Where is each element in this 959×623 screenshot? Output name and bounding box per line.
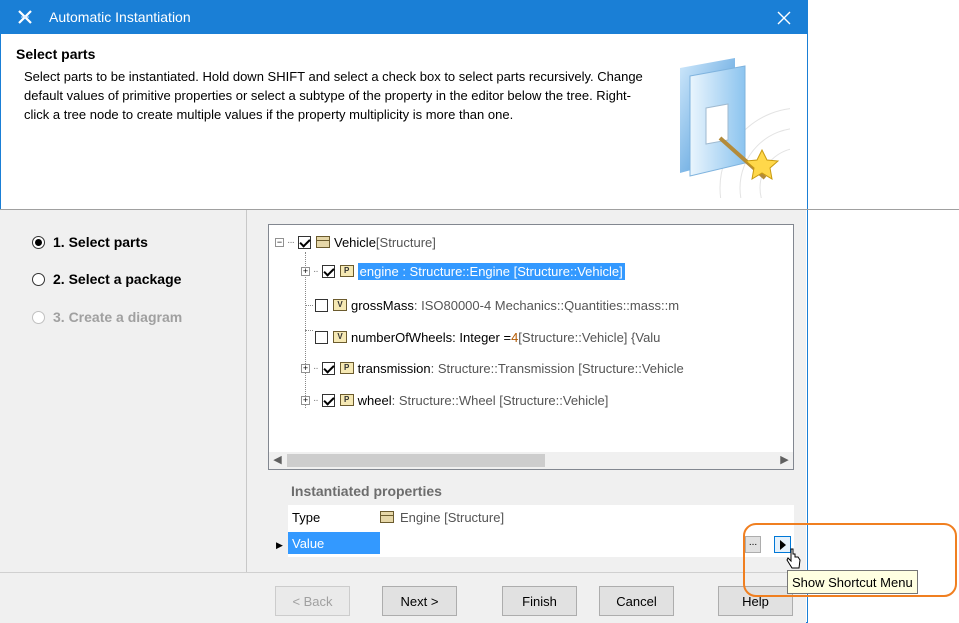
radio-disabled-icon — [32, 310, 45, 324]
parts-tree[interactable]: − ··· Vehicle [Structure] + ·· P engine … — [268, 224, 794, 470]
checkbox-checked-icon[interactable] — [321, 393, 335, 407]
next-button[interactable]: Next > — [382, 586, 457, 616]
tree-dots: ··· — [287, 236, 295, 248]
node-detail: : ISO80000-4 Mechanics::Quantities::mass… — [413, 297, 680, 313]
selected-node-label[interactable]: engine : Structure::Engine [Structure::V… — [357, 262, 625, 280]
node-default-value: 4 — [511, 329, 519, 345]
expand-icon[interactable]: + — [301, 266, 310, 276]
steps-panel: 1. Select parts 2. Select a package 3. C… — [0, 210, 246, 572]
tree-dots: ·· — [313, 394, 319, 406]
properties-title: Instantiated properties — [291, 483, 442, 499]
node-name: wheel — [357, 392, 392, 408]
close-button[interactable] — [761, 1, 807, 34]
type-value-text: Engine [Structure] — [400, 509, 505, 525]
tree-connector — [305, 330, 313, 331]
step-label: 2. Select a package — [53, 271, 182, 287]
horizontal-scrollbar[interactable]: ◀ ▶ — [269, 452, 793, 469]
collapse-icon[interactable]: − — [275, 237, 284, 247]
window-title: Automatic Instantiation — [49, 9, 191, 25]
checkbox-checked-icon[interactable] — [298, 235, 311, 249]
title-bar[interactable]: Automatic Instantiation — [1, 1, 807, 34]
property-row-type[interactable]: Type Engine [Structure] — [288, 505, 794, 529]
node-name: grossMass — [351, 297, 414, 313]
node-name: numberOfWheels — [351, 329, 453, 345]
part-icon: P — [339, 362, 354, 374]
value-icon: V — [333, 331, 347, 343]
checkbox-checked-icon[interactable] — [321, 264, 335, 278]
checkbox-unchecked-icon[interactable] — [315, 298, 328, 312]
checkbox-checked-icon[interactable] — [321, 361, 335, 375]
scrollbar-thumb[interactable] — [287, 454, 545, 467]
close-icon — [777, 11, 791, 24]
checkbox-unchecked-icon[interactable] — [315, 330, 328, 344]
block-icon — [380, 511, 394, 523]
node-name: Vehicle — [334, 234, 376, 250]
app-logo-icon — [18, 10, 32, 24]
step-create-diagram: 3. Create a diagram — [32, 309, 182, 325]
property-value: Engine [Structure] — [380, 510, 504, 525]
node-detail: [Structure::Vehicle] {Valu — [518, 329, 661, 345]
finish-button[interactable]: Finish — [502, 586, 577, 616]
steps-separator — [246, 210, 247, 572]
node-detail: : Structure::Transmission [Structure::Ve… — [430, 360, 684, 376]
tree-dots: ·· — [313, 265, 319, 277]
tree-node-grossmass[interactable]: V grossMass : ISO80000-4 Mechanics::Quan… — [313, 294, 679, 316]
step-label: 3. Create a diagram — [53, 309, 183, 325]
tooltip: Show Shortcut Menu — [787, 570, 918, 594]
tree-dots: ·· — [313, 362, 319, 374]
mouse-cursor-icon — [786, 548, 801, 569]
node-detail: [Structure] — [375, 234, 436, 250]
property-row-value[interactable]: Value — [288, 531, 794, 555]
node-name: engine — [359, 263, 399, 279]
properties-table: Type Engine [Structure] Value — [288, 505, 794, 557]
tree-node-wheel[interactable]: + ·· P wheel : Structure::Wheel [Structu… — [301, 389, 608, 411]
tree-node-transmission[interactable]: + ·· P transmission : Structure::Transmi… — [301, 357, 684, 379]
step-select-parts[interactable]: 1. Select parts — [32, 234, 148, 250]
header-description: Select parts to be instantiated. Hold do… — [24, 69, 643, 122]
row-pointer-icon: ▶ — [276, 540, 283, 550]
step-select-package[interactable]: 2. Select a package — [32, 271, 181, 287]
block-icon — [316, 236, 330, 248]
tree-node-engine[interactable]: + ·· P engine : Structure::Engine [Struc… — [301, 260, 625, 282]
tree-node-numberofwheels[interactable]: V numberOfWheels : Integer = 4 [Structur… — [313, 326, 660, 348]
cancel-button[interactable]: Cancel — [599, 586, 674, 616]
node-name: transmission — [357, 360, 431, 376]
scroll-right-icon[interactable]: ▶ — [776, 452, 793, 469]
radio-icon — [32, 272, 45, 286]
node-detail: : Structure::Engine [Structure::Vehicle] — [398, 263, 623, 279]
radio-selected-icon — [32, 235, 45, 249]
wizard-illustration-icon — [680, 58, 790, 198]
step-label: 1. Select parts — [53, 234, 148, 250]
part-icon: P — [339, 265, 354, 277]
node-type: : Integer = — [452, 329, 512, 345]
part-icon: P — [339, 394, 354, 406]
scroll-left-icon[interactable]: ◀ — [269, 452, 286, 469]
property-key-selected: Value — [288, 532, 380, 554]
value-icon: V — [333, 299, 347, 311]
footer-separator — [0, 572, 806, 573]
tree-node-vehicle[interactable]: − ··· Vehicle [Structure] — [275, 231, 436, 253]
node-detail: : Structure::Wheel [Structure::Vehicle] — [391, 392, 609, 408]
tree-connector — [305, 305, 313, 306]
expand-icon[interactable]: + — [301, 395, 310, 405]
property-key: Type — [292, 509, 321, 525]
header-title: Select parts — [16, 46, 96, 62]
expand-icon[interactable]: + — [301, 363, 310, 373]
back-button[interactable]: < Back — [275, 586, 350, 616]
